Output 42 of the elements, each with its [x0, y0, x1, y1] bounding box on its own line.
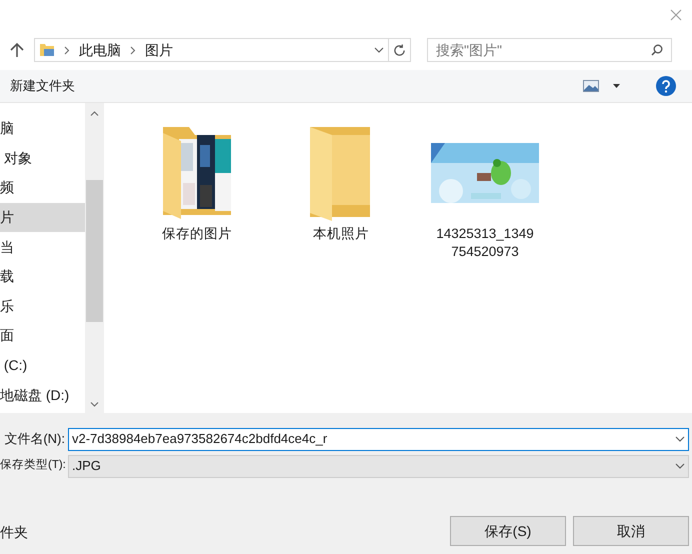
dialog-button[interactable]: 保存(S) — [450, 516, 566, 546]
view-options-icon[interactable] — [583, 80, 599, 92]
scrollbar[interactable] — [85, 103, 104, 413]
file-type-dropdown[interactable]: .JPG — [68, 454, 689, 478]
sidebar-item[interactable]: 当 — [0, 232, 85, 262]
address-bar[interactable]: 此电脑 图片 — [34, 38, 411, 62]
file-name[interactable]: 保存的图片 — [148, 225, 246, 243]
chevron-icon[interactable] — [130, 46, 136, 54]
scrollbar-thumb[interactable] — [86, 180, 103, 322]
scroll-up-icon[interactable] — [90, 111, 99, 116]
search-field[interactable]: 搜索"图片" — [427, 38, 672, 62]
dropdown-caret-icon[interactable] — [374, 47, 384, 53]
up-arrow-icon[interactable] — [10, 42, 24, 58]
sidebar-item[interactable]: 地磁盘 (D:) — [0, 380, 85, 410]
dropdown-caret-icon[interactable] — [675, 463, 685, 469]
sidebar-item[interactable]: 面 — [0, 321, 85, 351]
new-folder-button[interactable]: 新建文件夹 — [10, 76, 75, 96]
file-name-field[interactable]: v2-7d38984eb7ea973582674c2bdfd4ce4c_r — [68, 428, 689, 450]
help-icon[interactable] — [656, 76, 676, 96]
sidebar-item[interactable]: 乐 — [0, 292, 85, 322]
sidebar-item[interactable]: (C:) — [0, 350, 85, 380]
sidebar-item[interactable]: 频 — [0, 173, 85, 203]
search-icon — [651, 44, 663, 56]
breadcrumb[interactable]: 此电脑 — [79, 40, 121, 60]
close-icon[interactable] — [670, 9, 682, 21]
sidebar-item[interactable]: 脑 — [0, 114, 85, 144]
file-name[interactable]: 14325313_1349754520973 — [436, 225, 534, 261]
hide-folders-toggle[interactable]: 件夹 — [0, 522, 28, 543]
sidebar-item[interactable]: 片 — [0, 202, 85, 232]
sidebar-item[interactable]: 对象 — [0, 144, 85, 174]
refresh-icon[interactable] — [393, 44, 406, 56]
dropdown-caret-icon[interactable] — [675, 436, 685, 442]
pictures-folder-icon — [39, 43, 55, 57]
sidebar-item[interactable]: 载 — [0, 262, 85, 292]
chevron-icon[interactable] — [64, 46, 70, 54]
dropdown-caret-icon[interactable] — [613, 84, 620, 88]
field-label: 保存类型(T): — [0, 458, 67, 474]
breadcrumb[interactable]: 图片 — [145, 40, 173, 60]
dialog-button[interactable]: 取消 — [573, 516, 689, 546]
field-label: 文件名(N): — [3, 430, 66, 448]
scroll-down-icon[interactable] — [90, 402, 99, 407]
file-name[interactable]: 本机照片 — [292, 225, 390, 243]
